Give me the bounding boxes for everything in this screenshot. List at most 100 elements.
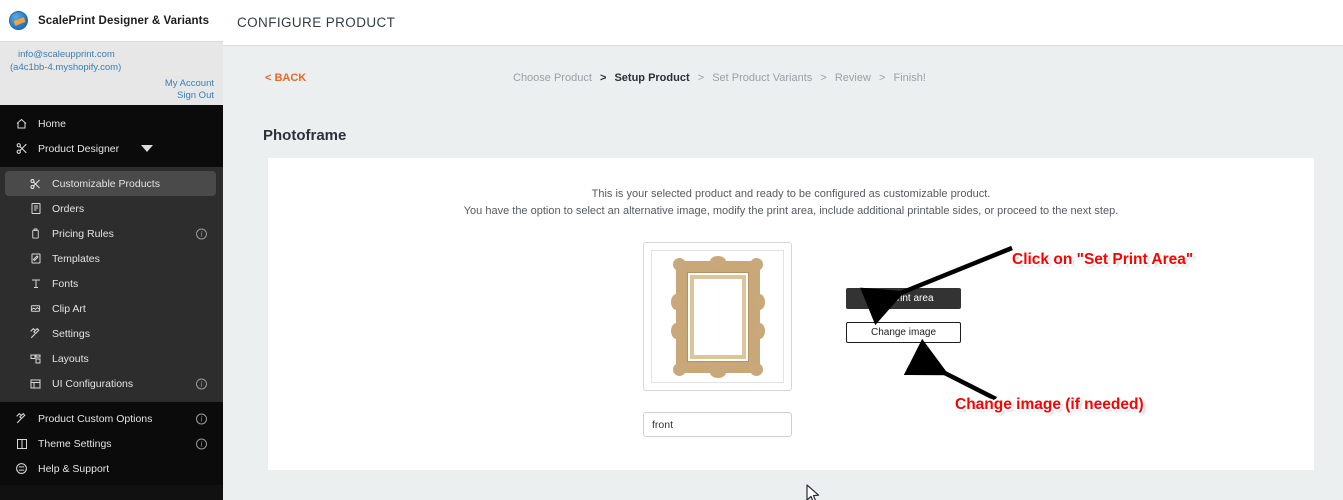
sign-out-link[interactable]: Sign Out — [165, 90, 214, 102]
sidebar-item-label: Orders — [52, 202, 85, 215]
photoframe-ornament — [670, 293, 682, 310]
intro-line-1: This is your selected product and ready … — [591, 188, 991, 200]
designer-icon — [14, 142, 29, 156]
designer-icon — [28, 177, 43, 191]
mouse-cursor — [806, 484, 820, 500]
info-icon[interactable]: i — [196, 438, 207, 449]
breadcrumb-step-choose-product[interactable]: Choose Product — [513, 72, 592, 84]
templates-icon — [28, 252, 43, 266]
account-panel: info@scaleupprint.com (a4c1bb-4.myshopif… — [0, 42, 223, 105]
sidebar-item-label: Pricing Rules — [52, 227, 114, 240]
sidebar-secondary-nav: Customizable Products Orders Pricing Rul… — [0, 167, 223, 402]
sidebar-item-label: Layouts — [52, 352, 89, 365]
set-print-area-button[interactable]: Set print area — [846, 288, 961, 309]
sidebar-item-label: UI Configurations — [52, 377, 134, 390]
sidebar-item-label: Customizable Products — [52, 177, 160, 190]
product-thumbnail[interactable] — [643, 242, 792, 391]
sidebar-item-label: Fonts — [52, 277, 79, 290]
chevron-down-icon[interactable] — [141, 145, 154, 152]
sidebar-item-label: Help & Support — [38, 462, 110, 475]
fonts-icon — [28, 277, 43, 291]
settings-icon — [14, 412, 29, 426]
breadcrumb-step-set-product-variants[interactable]: Set Product Variants — [712, 72, 812, 84]
breadcrumb-separator: > — [599, 72, 607, 84]
layouts-icon — [28, 352, 43, 366]
annotation-set-print-area: Click on "Set Print Area" — [1012, 251, 1194, 268]
settings-icon — [28, 327, 43, 341]
theme-icon — [14, 437, 29, 451]
brand-title: ScalePrint Designer & Variants — [38, 14, 210, 27]
account-email: info@scaleupprint.com — [18, 49, 115, 60]
sidebar-item-clip-art[interactable]: Clip Art — [0, 296, 223, 321]
breadcrumb-separator: > — [878, 72, 886, 84]
sidebar-item-settings[interactable]: Settings — [0, 321, 223, 346]
top-bar: CONFIGURE PRODUCT — [223, 0, 1343, 46]
sidebar-item-theme-settings[interactable]: Theme Settings i — [0, 431, 223, 456]
sidebar: ScalePrint Designer & Variants info@scal… — [0, 0, 223, 500]
photoframe-ornament — [670, 322, 682, 339]
change-image-button[interactable]: Change image — [846, 322, 961, 343]
clipart-icon — [28, 302, 43, 316]
product-stage: Set print area Change image — [268, 240, 1314, 455]
brand-header: ScalePrint Designer & Variants — [0, 0, 223, 42]
photoframe-ornament — [672, 257, 686, 271]
photoframe-ornament — [749, 362, 763, 376]
sidebar-item-label: Product Custom Options — [38, 412, 153, 425]
info-icon[interactable]: i — [196, 378, 207, 389]
info-icon[interactable]: i — [196, 413, 207, 424]
sidebar-item-label: Product Designer — [38, 142, 120, 155]
sidebar-item-label: Clip Art — [52, 302, 86, 315]
annotation-change-image: Change image (if needed) — [955, 396, 1144, 413]
account-shop-domain: (a4c1bb-4.myshopify.com) — [10, 62, 122, 73]
breadcrumb-step-finish[interactable]: Finish! — [893, 72, 925, 84]
main-content: CONFIGURE PRODUCT < BACK Choose Product … — [223, 0, 1343, 500]
product-setup-card: This is your selected product and ready … — [268, 158, 1314, 470]
sidebar-item-customizable-products[interactable]: Customizable Products — [5, 171, 216, 196]
sidebar-item-pricing-rules[interactable]: Pricing Rules i — [0, 221, 223, 246]
sidebar-item-label: Home — [38, 117, 67, 130]
sidebar-primary-nav: Home Product Designer — [0, 105, 223, 167]
sidebar-item-product-custom-options[interactable]: Product Custom Options i — [0, 406, 223, 431]
photoframe-ornament — [753, 322, 765, 339]
pricing-icon — [28, 227, 43, 241]
sidebar-item-product-designer[interactable]: Product Designer — [0, 136, 223, 161]
side-name-input[interactable] — [643, 412, 792, 437]
photoframe-ornament — [749, 257, 763, 271]
ui-config-icon — [28, 377, 43, 391]
help-icon — [14, 462, 29, 476]
breadcrumb-separator: > — [820, 72, 827, 84]
sidebar-item-home[interactable]: Home — [0, 111, 223, 136]
photoframe-inner-border — [689, 274, 746, 359]
app-logo-icon — [9, 11, 28, 30]
sidebar-item-layouts[interactable]: Layouts — [0, 346, 223, 371]
breadcrumb-step-setup-product[interactable]: Setup Product — [614, 72, 689, 84]
orders-icon — [28, 202, 43, 216]
photoframe-ornament — [672, 362, 686, 376]
app-root: ScalePrint Designer & Variants info@scal… — [0, 0, 1343, 500]
sidebar-item-fonts[interactable]: Fonts — [0, 271, 223, 296]
home-icon — [14, 117, 29, 131]
breadcrumb-row: < BACK Choose Product > Setup Product > … — [223, 46, 1343, 112]
breadcrumb-step-review[interactable]: Review — [835, 72, 871, 84]
breadcrumb: Choose Product > Setup Product > Set Pro… — [513, 72, 926, 84]
account-links: My Account Sign Out — [165, 78, 214, 102]
photoframe-ornament — [753, 293, 765, 310]
sidebar-item-label: Settings — [52, 327, 90, 340]
my-account-link[interactable]: My Account — [165, 78, 214, 90]
back-button[interactable]: < BACK — [265, 72, 306, 84]
sidebar-item-help-support[interactable]: Help & Support — [0, 456, 223, 481]
sidebar-item-orders[interactable]: Orders — [0, 196, 223, 221]
intro-text: This is your selected product and ready … — [268, 158, 1314, 220]
intro-line-2: You have the option to select an alterna… — [463, 205, 1119, 217]
photoframe-ornament — [709, 255, 726, 267]
photoframe-image — [670, 255, 765, 378]
action-buttons: Set print area Change image — [846, 288, 961, 343]
page-title: Photoframe — [263, 127, 347, 144]
sidebar-tertiary-nav: Product Custom Options i Theme Settings … — [0, 402, 223, 485]
sidebar-item-ui-configurations[interactable]: UI Configurations i — [0, 371, 223, 396]
info-icon[interactable]: i — [196, 228, 207, 239]
breadcrumb-separator: > — [697, 72, 705, 84]
product-thumbnail-inner — [651, 250, 784, 383]
page-header-title: CONFIGURE PRODUCT — [237, 15, 396, 30]
sidebar-item-templates[interactable]: Templates — [0, 246, 223, 271]
